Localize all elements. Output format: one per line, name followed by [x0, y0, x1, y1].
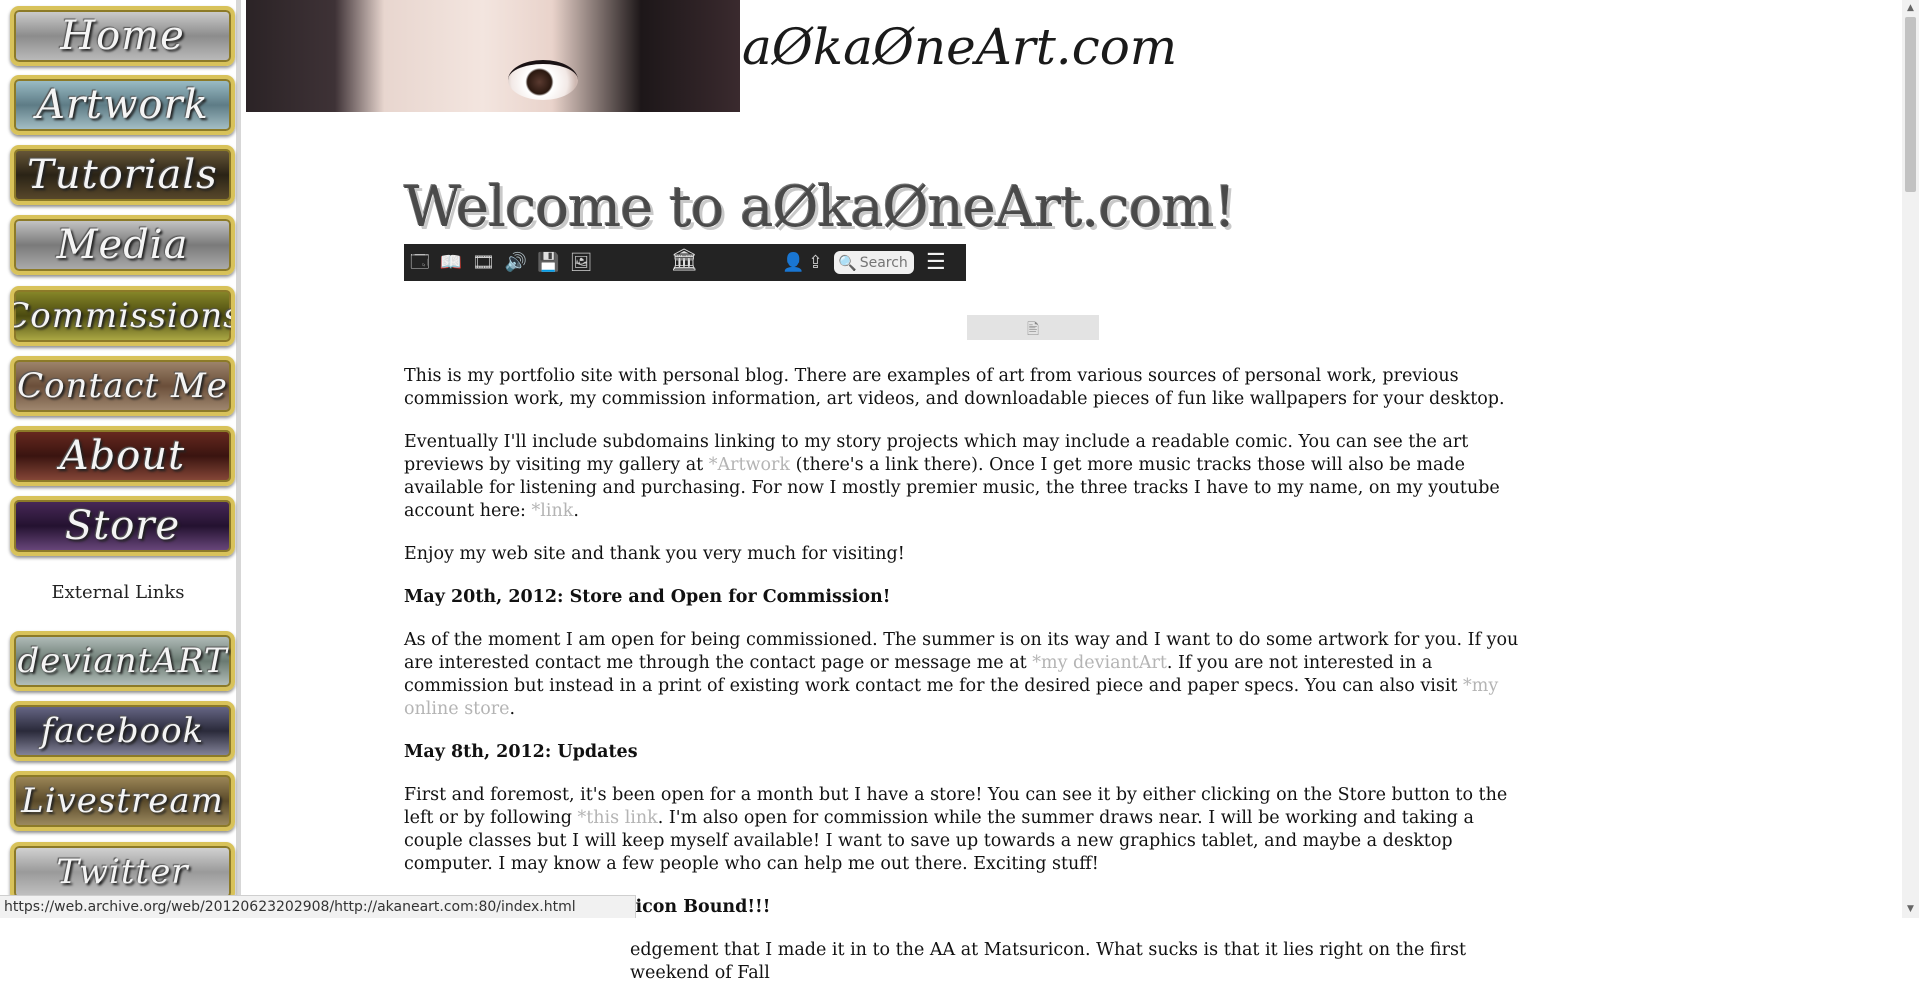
banner-artwork	[246, 0, 740, 112]
nav-contact-label: Contact Me	[17, 366, 228, 406]
post-body-2: First and foremost, it's been open for a…	[404, 784, 1534, 876]
nav-tutorials-label: Tutorials	[27, 152, 218, 198]
document-icon: 🖹	[1026, 320, 1040, 338]
window-icon[interactable]: 🗔	[410, 244, 430, 281]
ext-deviantart-label: deviantART	[17, 641, 228, 681]
post1-text-c: .	[509, 699, 516, 719]
film-icon[interactable]: 🎞	[472, 244, 495, 281]
nav-about-label: About	[59, 433, 186, 479]
user-icon[interactable]: 👤	[782, 244, 804, 281]
banner-eye-illustration	[508, 60, 578, 100]
site-logo-text: aØkaØneArt.com	[742, 18, 1178, 76]
broken-embed-placeholder: 🖹	[967, 315, 1099, 340]
page-title: Welcome to aØkaØneArt.com!	[404, 175, 1236, 240]
nav-artwork-label: Artwork	[36, 82, 209, 128]
post-title-2: May 8th, 2012: Updates	[404, 742, 638, 762]
menu-icon[interactable]: ☰	[926, 250, 946, 275]
nav-contact-button[interactable]: Contact Me	[10, 356, 235, 416]
nav-tutorials-button[interactable]: Tutorials	[10, 145, 235, 205]
ext-twitter-button[interactable]: Twitter	[10, 842, 235, 902]
upload-icon[interactable]: ⇪	[808, 244, 823, 281]
nav-media-label: Media	[56, 222, 189, 268]
scroll-thumb[interactable]	[1905, 17, 1916, 192]
intro-paragraph-1: This is my portfolio site with personal …	[404, 366, 1505, 409]
ext-facebook-button[interactable]: facebook	[10, 701, 235, 761]
nav-home-button[interactable]: Home	[10, 6, 235, 66]
scroll-up-icon[interactable]: ▲	[1902, 0, 1919, 17]
sidebar: Home Artwork Tutorials Media Commissions…	[0, 0, 241, 918]
store-link[interactable]: *this link	[578, 808, 658, 828]
nav-store-label: Store	[64, 503, 181, 549]
nav-media-button[interactable]: Media	[10, 215, 235, 275]
audio-icon[interactable]: 🔊	[505, 244, 527, 281]
intro-paragraph-2: Eventually I'll include subdomains linki…	[404, 431, 1534, 523]
post-title-1: May 20th, 2012: Store and Open for Commi…	[404, 587, 891, 607]
ext-livestream-label: Livestream	[21, 781, 224, 821]
nav-home-label: Home	[60, 13, 185, 59]
intro2-text-c: .	[573, 501, 579, 521]
archive-logo-icon[interactable]: 🏛	[670, 248, 698, 273]
images-icon[interactable]: 🖼	[570, 244, 593, 281]
nav-commissions-label: Commissions	[10, 296, 235, 336]
artwork-link[interactable]: *Artwork	[709, 455, 790, 475]
nav-artwork-button[interactable]: Artwork	[10, 75, 235, 135]
search-icon: 🔍	[838, 253, 857, 272]
save-icon[interactable]: 💾	[537, 244, 559, 281]
intro-paragraph-3: Enjoy my web site and thank you very muc…	[404, 544, 905, 564]
deviantart-link[interactable]: *my deviantArt	[1032, 653, 1167, 673]
post-body-3: edgement that I made it in to the AA at …	[630, 940, 1466, 983]
external-links-heading: External Links	[51, 582, 185, 603]
nav-store-button[interactable]: Store	[10, 496, 235, 556]
ext-deviantart-button[interactable]: deviantART	[10, 631, 235, 691]
ext-livestream-button[interactable]: Livestream	[10, 771, 235, 831]
browser-status-bar: https://web.archive.org/web/201206232029…	[0, 895, 636, 918]
nav-commissions-button[interactable]: Commissions	[10, 286, 235, 346]
ext-facebook-label: facebook	[40, 711, 205, 751]
site-banner[interactable]: aØkaØneArt.com	[246, 0, 1177, 112]
ext-twitter-label: Twitter	[56, 852, 189, 892]
vertical-scrollbar[interactable]: ▲ ▼	[1902, 0, 1919, 918]
post-body-1: As of the moment I am open for being com…	[404, 629, 1534, 721]
search-box[interactable]: 🔍	[834, 251, 914, 274]
archive-toolbar: 🗔 📖 🎞 🔊 💾 🖼 🏛 👤 ⇪ 🔍 ☰	[404, 244, 966, 281]
nav-about-button[interactable]: About	[10, 426, 235, 486]
search-input[interactable]	[859, 254, 912, 271]
scroll-down-icon[interactable]: ▼	[1902, 901, 1919, 918]
book-icon[interactable]: 📖	[440, 244, 462, 281]
youtube-link[interactable]: *link	[532, 501, 574, 521]
